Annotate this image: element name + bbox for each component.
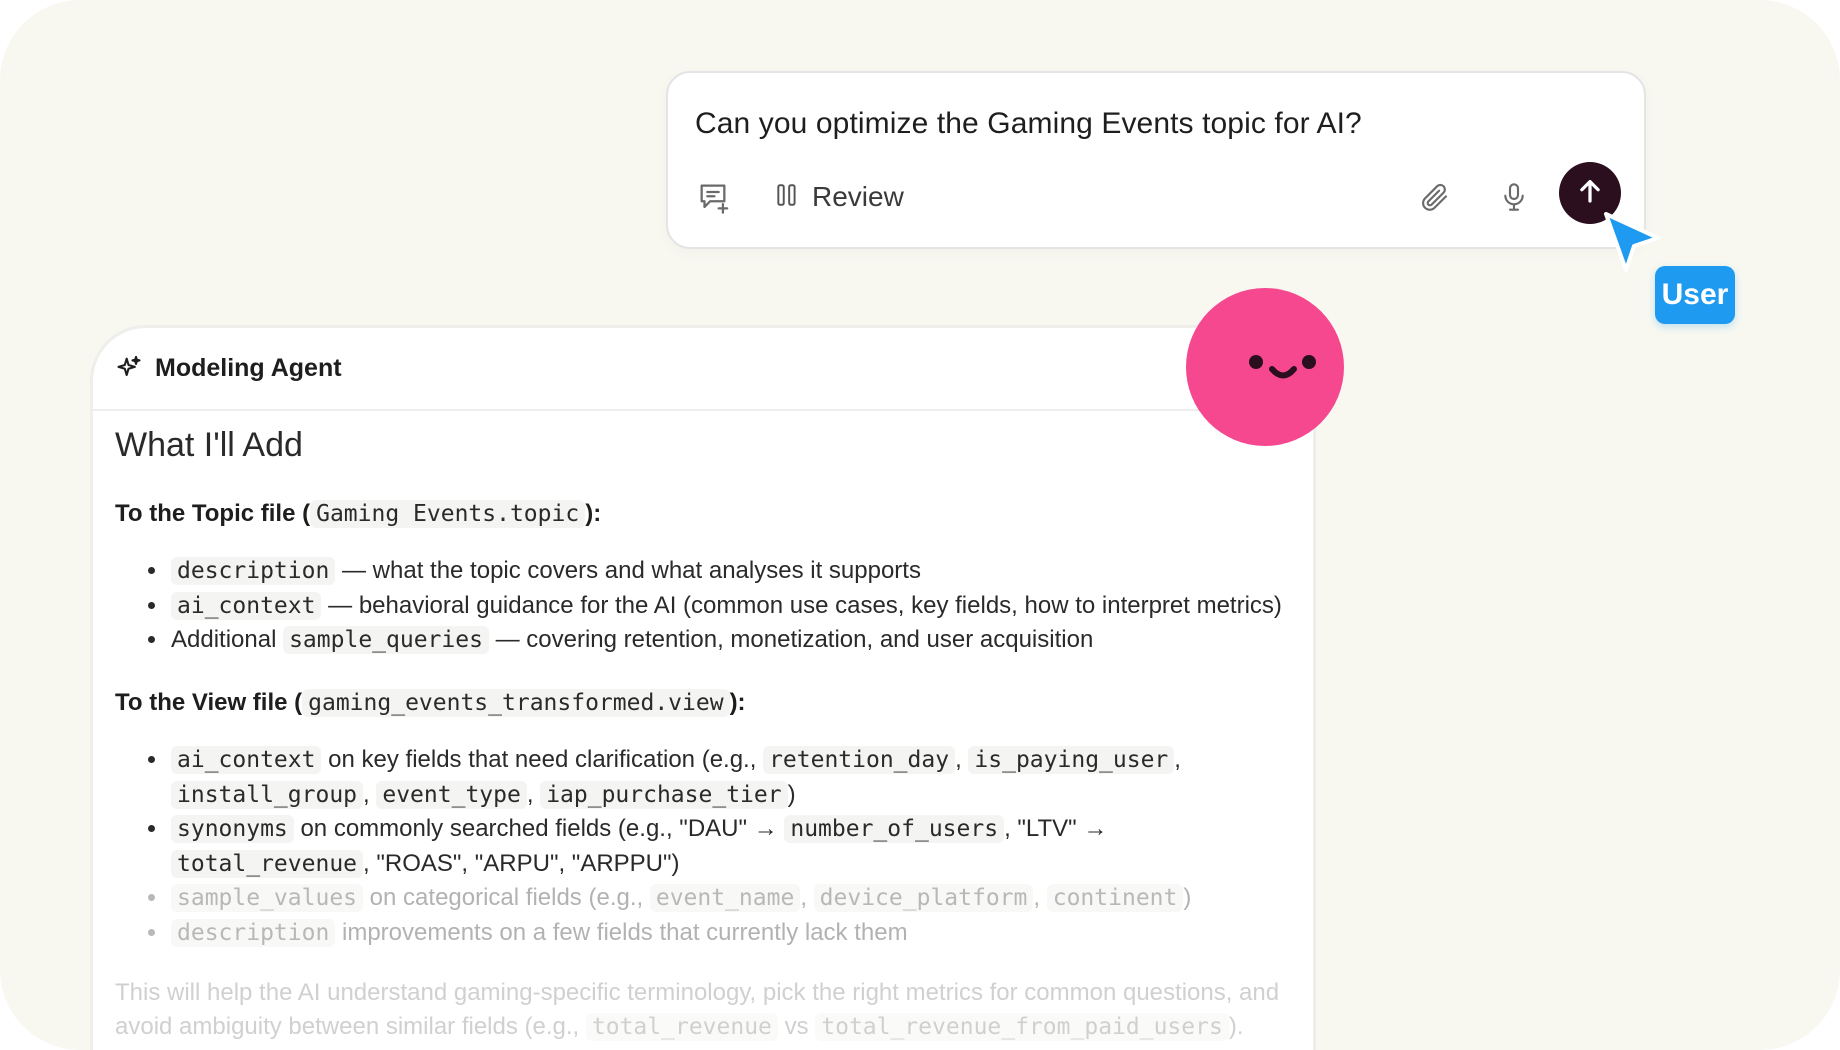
- agent-header: Modeling Agent: [93, 328, 1313, 411]
- list-item: Additional sample_queries — covering ret…: [169, 623, 1282, 658]
- summary-paragraph: This will help the AI understand gaming-…: [115, 979, 1280, 1041]
- list-item: description — what the topic covers and …: [169, 554, 1282, 589]
- microphone-icon[interactable]: [1494, 177, 1534, 217]
- columns-icon: [774, 182, 800, 213]
- response-heading: What I'll Add: [115, 426, 303, 464]
- list-item: synonyms on commonly searched fields (e.…: [169, 812, 1309, 881]
- topic-section-title: To the Topic file (Gaming Events.topic):: [115, 500, 602, 528]
- list-item: ai_context on key fields that need clari…: [169, 743, 1309, 812]
- cursor-pointer-icon: [1600, 210, 1662, 274]
- list-item: description improvements on a few fields…: [169, 916, 1309, 951]
- prompt-text[interactable]: Can you optimize the Gaming Events topic…: [695, 107, 1362, 141]
- agent-avatar-smiley: [1186, 288, 1344, 446]
- app-canvas: Can you optimize the Gaming Events topic…: [0, 0, 1840, 1050]
- list-item: ai_context — behavioral guidance for the…: [169, 589, 1282, 624]
- chat-composer[interactable]: Can you optimize the Gaming Events topic…: [666, 71, 1646, 249]
- arrow-up-icon: [1575, 176, 1605, 211]
- view-changes-list: ai_context on key fields that need clari…: [115, 743, 1309, 950]
- chat-add-icon[interactable]: [695, 179, 731, 215]
- agent-panel: Modeling Agent What I'll Add To the Topi…: [90, 325, 1316, 1050]
- review-button[interactable]: Review: [774, 177, 904, 217]
- topic-file-name: Gaming Events.topic: [310, 500, 586, 528]
- view-section-title: To the View file (gaming_events_transfor…: [115, 689, 746, 717]
- sparkle-icon: [115, 354, 143, 382]
- agent-title: Modeling Agent: [155, 354, 342, 382]
- user-cursor-tag: User: [1655, 266, 1735, 324]
- list-item: sample_values on categorical fields (e.g…: [169, 881, 1309, 916]
- topic-changes-list: description — what the topic covers and …: [115, 554, 1282, 658]
- review-label: Review: [812, 181, 904, 212]
- view-file-name: gaming_events_transformed.view: [302, 689, 730, 717]
- paperclip-icon[interactable]: [1414, 177, 1454, 217]
